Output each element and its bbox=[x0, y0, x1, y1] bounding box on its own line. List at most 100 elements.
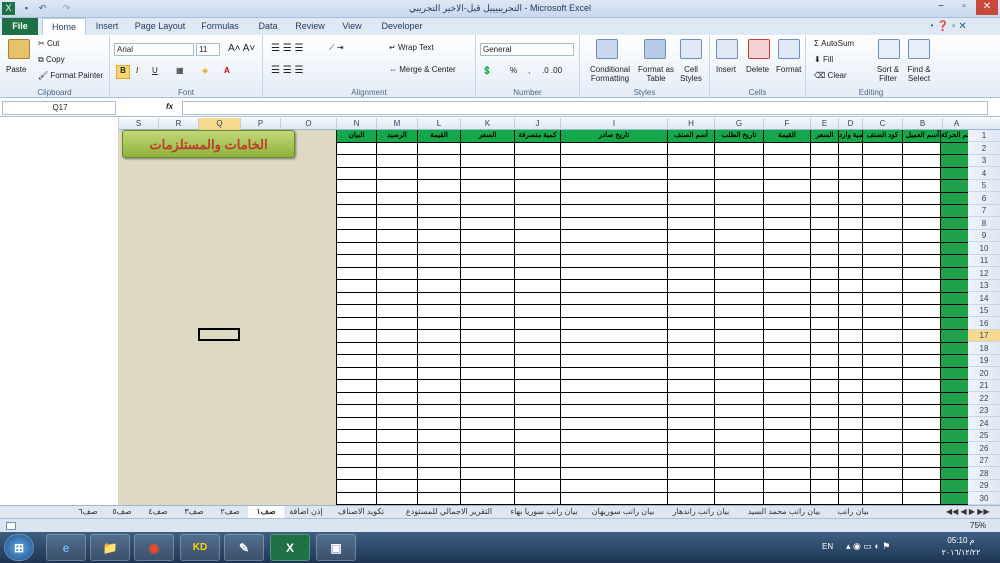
row-header[interactable]: 5 bbox=[968, 180, 1000, 193]
row-header[interactable]: 22 bbox=[968, 393, 1000, 405]
column-header-b[interactable]: B bbox=[902, 118, 942, 130]
paste-icon[interactable] bbox=[8, 39, 30, 59]
tab-page-layout[interactable]: Page Layout bbox=[134, 18, 186, 35]
row-header[interactable]: 17 bbox=[968, 330, 1000, 343]
delete-button[interactable]: Delete bbox=[746, 65, 769, 74]
row-header[interactable]: 19 bbox=[968, 355, 1000, 368]
row-header[interactable]: 27 bbox=[968, 455, 1000, 468]
tab-file[interactable]: File bbox=[2, 18, 38, 35]
borders-icon[interactable]: ▦ bbox=[176, 66, 184, 75]
insert-button[interactable]: Insert bbox=[716, 65, 736, 74]
tab-view[interactable]: View bbox=[340, 18, 364, 35]
percent-button[interactable]: % bbox=[510, 66, 517, 75]
row-header[interactable]: 28 bbox=[968, 468, 1000, 480]
find-select-button[interactable]: Find & Select bbox=[904, 65, 934, 83]
column-header-f[interactable]: F bbox=[763, 118, 810, 130]
column-header-g[interactable]: G bbox=[714, 118, 763, 130]
grid-header-cell[interactable]: تاريخ الطلب bbox=[715, 130, 764, 142]
tab-data[interactable]: Data bbox=[256, 18, 280, 35]
grid-header-cell[interactable]: كمية منصرفة bbox=[515, 130, 561, 142]
row-header[interactable]: 3 bbox=[968, 155, 1000, 168]
row-header[interactable]: 10 bbox=[968, 243, 1000, 255]
tab-home[interactable]: Home bbox=[42, 18, 86, 36]
row-header[interactable]: 24 bbox=[968, 418, 1000, 430]
orientation-icon[interactable]: ⟋ ⇥ bbox=[329, 43, 344, 53]
column-header-c[interactable]: C bbox=[862, 118, 902, 130]
grid-header-cell[interactable]: السعر bbox=[811, 130, 839, 142]
sheet-title-box[interactable]: الخامات والمستلزمات bbox=[122, 130, 295, 158]
name-box[interactable]: Q17 bbox=[2, 101, 116, 115]
column-header-j[interactable]: J bbox=[514, 118, 560, 130]
grid-header-cell[interactable]: كود الصنف bbox=[863, 130, 903, 142]
row-header[interactable]: 21 bbox=[968, 380, 1000, 393]
row-header[interactable]: 20 bbox=[968, 368, 1000, 380]
zoom-level[interactable]: 75% bbox=[970, 521, 986, 530]
font-size-select[interactable]: 11 bbox=[196, 43, 220, 56]
grid-header-cell[interactable]: أسم الصنف bbox=[668, 130, 715, 142]
row-header[interactable]: 11 bbox=[968, 255, 1000, 268]
row-header[interactable]: 29 bbox=[968, 480, 1000, 493]
paint-app-icon[interactable]: ✎ bbox=[224, 534, 264, 561]
underline-button[interactable]: U bbox=[152, 66, 158, 75]
ie-app-icon[interactable]: e bbox=[46, 534, 86, 561]
italic-button[interactable]: I bbox=[136, 66, 138, 75]
cell-styles-button[interactable]: Cell Styles bbox=[676, 65, 706, 83]
tray-icons[interactable]: ▴ ◉ ▭ ◐ ⚑ bbox=[846, 541, 890, 552]
grid-header-cell[interactable]: تاريخ صادر bbox=[561, 130, 668, 142]
format-painter-button[interactable]: 🖌 Format Painter bbox=[38, 71, 103, 80]
grid-header-cell[interactable]: البيان bbox=[337, 130, 377, 142]
column-header-a[interactable]: A bbox=[942, 118, 970, 130]
row-header[interactable]: 15 bbox=[968, 305, 1000, 318]
grid-header-cell[interactable]: السعر bbox=[461, 130, 515, 142]
tab-formulas[interactable]: Formulas bbox=[200, 18, 240, 35]
column-header-n[interactable]: N bbox=[336, 118, 376, 130]
align-top-icon[interactable]: ☰ ☰ ☰ bbox=[271, 43, 303, 54]
maximize-button[interactable]: ▫ bbox=[953, 0, 975, 15]
comma-button[interactable]: , bbox=[528, 66, 530, 75]
column-header-q[interactable]: Q bbox=[198, 118, 240, 130]
row-header[interactable]: 30 bbox=[968, 493, 1000, 505]
tab-review[interactable]: Review bbox=[294, 18, 326, 35]
row-header[interactable]: 1 bbox=[968, 130, 1000, 143]
column-header-s[interactable]: S bbox=[118, 118, 158, 130]
row-header[interactable]: 6 bbox=[968, 193, 1000, 205]
grid-header-cell[interactable]: القيمة bbox=[418, 130, 461, 142]
data-grid[interactable]: البيان الرصيد القيمة السعر كمية منصرفة تاريخ … bbox=[336, 130, 943, 505]
merge-center-button[interactable]: ⇔ Merge & Center bbox=[389, 65, 456, 74]
sort-filter-button[interactable]: Sort & Filter bbox=[872, 65, 904, 83]
grid-header-cell[interactable]: رقم الحركة bbox=[941, 130, 969, 142]
function-icon[interactable]: fx bbox=[166, 102, 173, 111]
minimize-button[interactable]: − bbox=[930, 0, 952, 15]
row-header[interactable]: 7 bbox=[968, 205, 1000, 218]
column-header-p[interactable]: P bbox=[240, 118, 280, 130]
font-color-icon[interactable]: A bbox=[224, 66, 230, 75]
column-header-h[interactable]: H bbox=[667, 118, 714, 130]
window-app-icon[interactable]: ▣ bbox=[316, 534, 356, 561]
chrome-app-icon[interactable]: ◉ bbox=[134, 534, 174, 561]
currency-icon[interactable]: 💲 bbox=[482, 66, 492, 75]
clock-time[interactable]: 05:10 م bbox=[936, 536, 986, 545]
column-header-m[interactable]: M bbox=[376, 118, 417, 130]
row-header[interactable]: 2 bbox=[968, 143, 1000, 155]
row-header[interactable]: 18 bbox=[968, 343, 1000, 355]
row-header[interactable]: 13 bbox=[968, 280, 1000, 293]
column-header-k[interactable]: K bbox=[460, 118, 514, 130]
clear-button[interactable]: ⌫ Clear bbox=[814, 71, 847, 80]
align-left-icon[interactable]: ☰ ☰ ☰ bbox=[271, 65, 303, 76]
excel-app-icon[interactable]: X bbox=[270, 534, 310, 561]
explorer-app-icon[interactable]: 📁 bbox=[90, 534, 130, 561]
kd-app-icon[interactable]: KD bbox=[180, 534, 220, 561]
format-button[interactable]: Format bbox=[776, 65, 801, 74]
row-header[interactable]: 23 bbox=[968, 405, 1000, 418]
help-icon[interactable]: ◔ ❓ ▫ ✕ bbox=[928, 21, 967, 32]
formula-input[interactable] bbox=[182, 101, 988, 115]
column-header-i[interactable]: I bbox=[560, 118, 667, 130]
language-indicator[interactable]: EN bbox=[822, 542, 833, 551]
row-header[interactable]: 8 bbox=[968, 218, 1000, 230]
decimal-icon[interactable]: .0 .00 bbox=[542, 66, 562, 75]
row-header[interactable]: 9 bbox=[968, 230, 1000, 243]
macro-record-icon[interactable] bbox=[6, 522, 16, 530]
row-header[interactable]: 14 bbox=[968, 293, 1000, 305]
number-format-select[interactable]: General bbox=[480, 43, 574, 56]
grid-header-cell[interactable]: أسم العميل bbox=[903, 130, 943, 142]
